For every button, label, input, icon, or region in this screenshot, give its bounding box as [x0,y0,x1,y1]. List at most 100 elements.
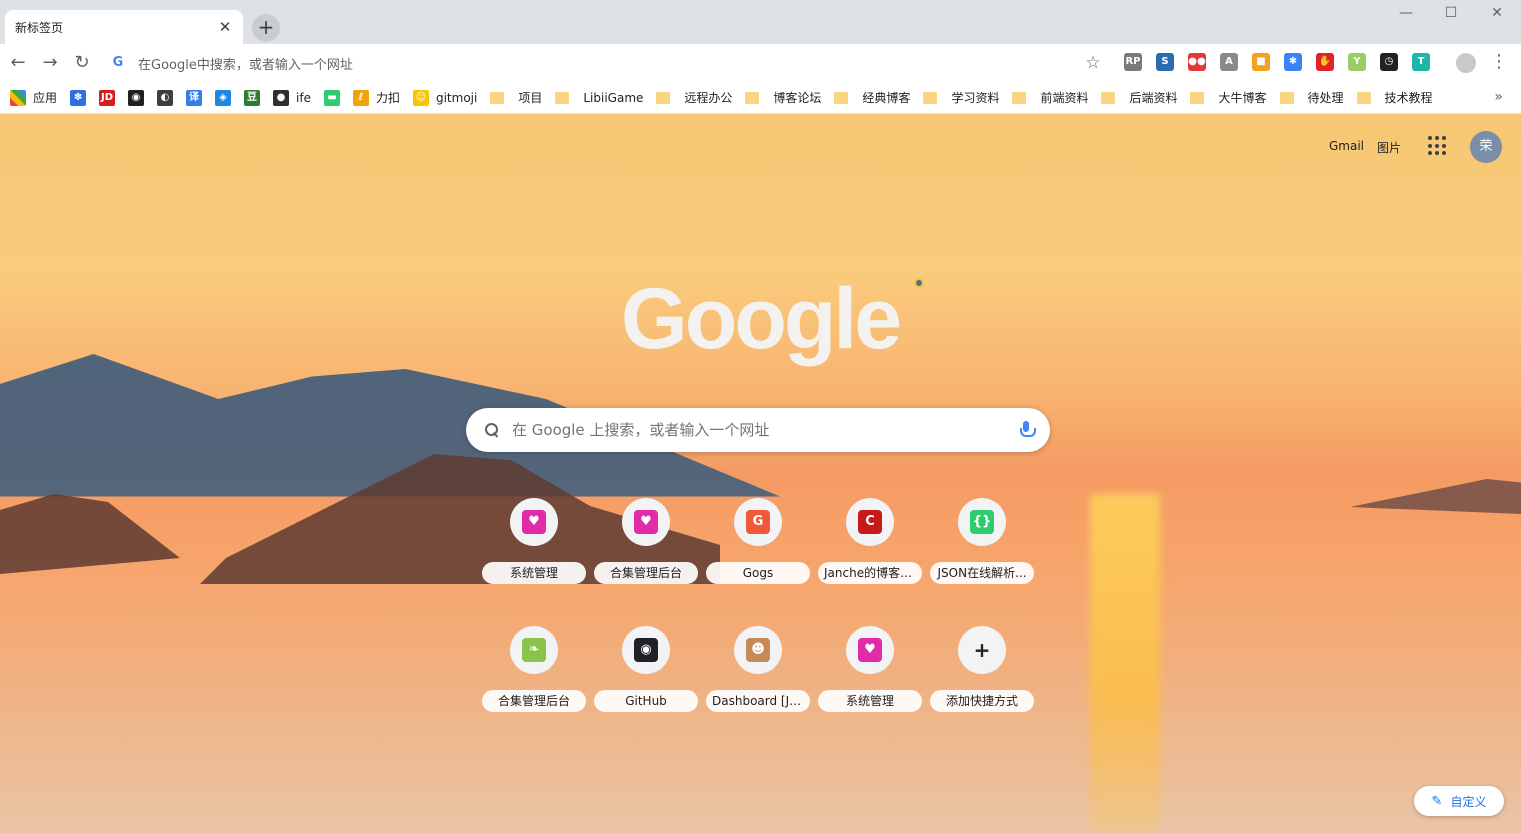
bookmark-folder[interactable]: 技术教程 [1356,89,1433,106]
folder-icon [490,91,505,104]
bookmark-folder-label: 远程办公 [684,91,733,105]
bookmarks-overflow-icon[interactable]: » [1494,89,1503,105]
shortcut-icon-circle: G [734,498,782,546]
bookmark-translate[interactable]: 译 [186,89,203,106]
shortcut-label: Gogs [706,562,810,584]
bookmark-folder[interactable]: 学习资料 [923,89,999,106]
shortcut-system-admin-1[interactable]: ♥ 系统管理 [482,498,586,598]
bookmark-folder[interactable]: 前端资料 [1012,89,1088,106]
flickr-icon[interactable]: ●● [1188,53,1206,71]
account-avatar[interactable]: 荣 [1470,131,1502,163]
forward-icon[interactable]: → [36,49,64,77]
search-icon [484,422,500,438]
bookmark-star-icon[interactable]: ☆ [1083,53,1103,73]
bookmark-gitmoji[interactable]: ☺ gitmoji [412,89,478,106]
bilibili-icon: ◐ [157,89,174,106]
shortcut-label: Dashboard [Je... [706,690,810,712]
bookmark-folder[interactable]: LibiiGame [555,91,643,105]
images-link[interactable]: 图片 [1377,139,1401,156]
customize-button[interactable]: ✎ 自定义 [1414,786,1504,816]
shortcut-add[interactable]: + 添加快捷方式 [930,626,1034,726]
bookmark-apps[interactable]: 应用 [10,89,57,106]
stop-icon[interactable]: ✋ [1316,53,1334,71]
shortcut-github-icon: ◉ [634,638,658,662]
bookmark-cube[interactable]: ◈ [215,89,232,106]
tab-title: 新标签页 [15,20,64,35]
shortcut-janche-blog[interactable]: C Janche的博客_... [818,498,922,598]
bookmark-label: 力扣 [375,91,400,105]
bookmark-folder-label: 前端资料 [1040,91,1089,105]
bookmark-folder[interactable]: 博客论坛 [745,89,821,106]
json-icon: ▬ [323,89,340,106]
shortcut-icon-circle: ♥ [622,498,670,546]
bookmark-ife[interactable]: ● ife [273,89,311,106]
shortcut-icon-circle: ♥ [846,626,894,674]
shortcut-add-icon: + [973,638,991,662]
bookmark-folder[interactable]: 经典博客 [834,89,910,106]
bookmark-label: gitmoji [435,90,478,105]
chrome-menu-icon[interactable]: ⋮ [1490,52,1508,74]
shortcut-icon-circle: {} [958,498,1006,546]
shortcut-system-admin-2[interactable]: ♥ 系统管理 [818,626,922,726]
baidu-icon: ✽ [70,89,87,106]
shortcut-gogs[interactable]: G Gogs [706,498,810,598]
bookmark-folder[interactable]: 大牛博客 [1190,89,1267,106]
address-bar[interactable]: G 在Google中搜索，或者输入一个网址 [110,50,1080,76]
bookmark-json[interactable]: ▬ [323,89,340,106]
screen-capture-icon[interactable]: S [1156,53,1174,71]
bookmark-leetcode[interactable]: ℓ 力扣 [352,89,400,106]
shortcut-github[interactable]: ◉ GitHub [594,626,698,726]
github-icon: ◉ [128,89,145,106]
pdf-icon[interactable]: A [1220,53,1238,71]
folder-icon [923,91,938,104]
bookmark-folder-label: 博客论坛 [773,91,822,105]
tab-new-tab[interactable]: 新标签页 ✕ [5,10,243,44]
bookmark-folder-label: 经典博客 [862,91,911,105]
back-icon[interactable]: ← [4,49,32,77]
clock-icon[interactable]: ◷ [1380,53,1398,71]
bookmark-baidu[interactable]: ✽ [70,89,87,106]
bookmark-github[interactable]: ◉ [128,89,145,106]
color-grid-icon[interactable]: ■ [1252,53,1270,71]
shortcut-label: 系统管理 [818,690,922,712]
shortcut-icon-circle: ◉ [622,626,670,674]
axure-rp-icon[interactable]: RP [1124,53,1142,71]
shortcut-json-parser[interactable]: {} JSON在线解析... [930,498,1034,598]
profile-icon[interactable] [1456,53,1476,73]
background-sun-reflection [1090,494,1160,833]
pinwheel-icon[interactable]: ✱ [1284,53,1302,71]
new-tab-button[interactable]: + [252,14,280,42]
microphone-icon[interactable] [1020,421,1036,439]
bookmark-folder-label: LibiiGame [583,90,644,105]
reload-icon[interactable]: ↻ [68,49,96,77]
bookmark-folder[interactable]: 后端资料 [1101,89,1177,106]
search-input[interactable] [512,421,1020,439]
translate-icon[interactable]: T [1412,53,1430,71]
maximize-icon[interactable]: ☐ [1428,4,1474,24]
shortcut-label: GitHub [594,690,698,712]
bookmark-bilibili[interactable]: ◐ [157,89,174,106]
shortcut-label: 系统管理 [482,562,586,584]
window-close-icon[interactable]: ✕ [1474,4,1520,24]
google-apps-icon[interactable] [1428,136,1448,156]
ife-icon: ● [273,89,290,106]
search-box[interactable] [466,408,1050,452]
shortcut-icon-circle: ☻ [734,626,782,674]
background-rock-right [1350,479,1521,514]
bookmark-douban[interactable]: 豆 [244,89,261,106]
tab-close-icon[interactable]: ✕ [217,19,233,35]
folder-icon [745,91,760,104]
bookmark-folder[interactable]: 项目 [490,89,542,106]
bookmark-folder[interactable]: 远程办公 [656,89,732,106]
gmail-link[interactable]: Gmail [1329,139,1364,153]
shortcut-jenkins-dashboard[interactable]: ☻ Dashboard [Je... [706,626,810,726]
folder-icon [834,91,849,104]
bookmark-folder[interactable]: 待处理 [1279,89,1344,106]
folder-icon [1101,91,1116,104]
y-icon[interactable]: Y [1348,53,1366,71]
leetcode-icon: ℓ [352,89,369,106]
shortcut-collection-admin-1[interactable]: ♥ 合集管理后台 [594,498,698,598]
minimize-icon[interactable]: — [1383,4,1429,24]
shortcut-collection-admin-2[interactable]: ❧ 合集管理后台 [482,626,586,726]
bookmark-jd[interactable]: JD [99,89,116,106]
